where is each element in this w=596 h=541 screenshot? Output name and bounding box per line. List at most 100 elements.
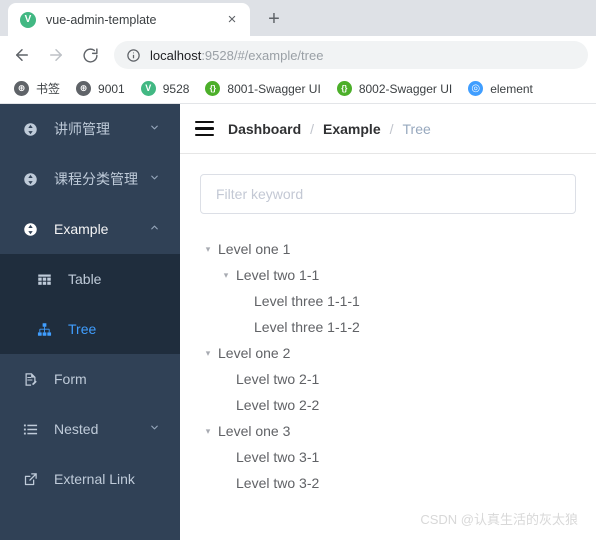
tree-node-label: Level two 3-1: [236, 449, 320, 465]
breadcrumb-separator: /: [310, 120, 315, 137]
sidebar-item-label: Nested: [54, 421, 99, 437]
bookmark-label: 9001: [98, 81, 125, 96]
tree-view: ▾ Level one 1 ▾ Level two 1-1 Level thre…: [200, 236, 576, 496]
reload-icon[interactable]: [76, 41, 104, 69]
tree-node[interactable]: Level three 1-1-2: [200, 314, 576, 340]
bookmark-item[interactable]: {} 8001-Swagger UI: [197, 77, 328, 101]
sidebar-item-label: Example: [54, 221, 109, 237]
new-tab-button[interactable]: +: [260, 5, 288, 33]
tree-node[interactable]: ▾ Level one 1: [200, 236, 576, 262]
element-icon: ◎: [468, 81, 484, 96]
table-grid-icon: [34, 272, 54, 287]
browser-window: V vue-admin-template × + localhost:9528/…: [0, 0, 596, 541]
sidebar-item-label: Form: [54, 371, 87, 387]
bookmark-item[interactable]: ⊕ 书签: [6, 77, 68, 101]
bookmark-label: 8001-Swagger UI: [227, 81, 321, 96]
sidebar-item-label: Tree: [68, 321, 97, 337]
external-link-icon: [20, 472, 40, 487]
chevron-down-icon: [149, 122, 160, 136]
bookmark-item[interactable]: ◎ element: [460, 77, 541, 101]
tree-node[interactable]: ▾ Level one 3: [200, 418, 576, 444]
sidebar-item-label: External Link: [54, 471, 135, 487]
tree-node-label: Level two 1-1: [236, 267, 320, 283]
vue-favicon-icon: V: [20, 11, 36, 28]
swagger-icon: {}: [205, 81, 221, 96]
url-host: localhost: [150, 47, 202, 63]
tree-node-label: Level two 2-1: [236, 371, 320, 387]
bookmark-item[interactable]: {} 8002-Swagger UI: [329, 77, 460, 101]
globe-icon: ⊕: [14, 81, 29, 96]
sidebar-item-label: 讲师管理: [54, 121, 110, 137]
sidebar-item-tree[interactable]: Tree: [0, 304, 180, 354]
sidebar-item-label: 课程分类管理: [54, 171, 138, 187]
browser-tab[interactable]: V vue-admin-template ×: [8, 3, 250, 36]
swap-circle-icon: [20, 122, 40, 137]
sidebar-item-nested[interactable]: Nested: [0, 404, 180, 454]
breadcrumb-item-tree: Tree: [402, 120, 431, 137]
form-document-icon: [20, 372, 40, 387]
chevron-up-icon: [149, 222, 160, 236]
bookmark-label: element: [490, 81, 533, 96]
sidebar-item-label: Table: [68, 271, 102, 287]
bookmark-label: 书签: [36, 82, 61, 96]
tree-node[interactable]: Level two 3-1: [200, 444, 576, 470]
tree-node[interactable]: Level two 2-2: [200, 392, 576, 418]
nested-list-icon: [20, 422, 40, 437]
site-info-icon[interactable]: [126, 48, 141, 63]
expand-arrow-icon[interactable]: ▾: [218, 270, 234, 280]
expand-arrow-icon[interactable]: ▾: [200, 426, 216, 436]
vue-icon: V: [140, 81, 156, 96]
tree-node[interactable]: Level three 1-1-1: [200, 288, 576, 314]
forward-icon[interactable]: [42, 41, 70, 69]
swap-circle-icon: [20, 222, 40, 237]
sidebar-item-course-category-management[interactable]: 课程分类管理: [0, 154, 180, 204]
address-bar[interactable]: localhost:9528/#/example/tree: [114, 41, 588, 69]
sidebar-item-form[interactable]: Form: [0, 354, 180, 404]
bookmark-label: 9528: [162, 81, 190, 96]
globe-icon: ⊕: [76, 81, 92, 96]
tree-node-label: Level two 3-2: [236, 475, 320, 491]
breadcrumb-item-example[interactable]: Example: [323, 121, 381, 137]
tree-node-label: Level three 1-1-1: [254, 293, 360, 309]
main-area: Dashboard / Example / Tree ▾ Level one 1…: [180, 104, 596, 540]
app-body: 讲师管理 课程分类管理 Example Table Tree Form Nest…: [0, 104, 596, 540]
top-navbar: Dashboard / Example / Tree: [180, 104, 596, 154]
sidebar-item-external-link[interactable]: External Link: [0, 454, 180, 504]
sidebar-item-example[interactable]: Example: [0, 204, 180, 254]
chevron-down-icon: [149, 422, 160, 436]
breadcrumb: Dashboard / Example / Tree: [228, 121, 431, 137]
sidebar-item-table[interactable]: Table: [0, 254, 180, 304]
back-icon[interactable]: [8, 41, 36, 69]
url-text: localhost:9528/#/example/tree: [150, 48, 323, 63]
bookmark-item[interactable]: ⊕ 9001: [68, 77, 133, 101]
tree-node-label: Level one 1: [218, 241, 291, 257]
tab-strip: V vue-admin-template × +: [0, 0, 596, 36]
tree-hierarchy-icon: [34, 322, 54, 337]
expand-arrow-icon[interactable]: ▾: [200, 348, 216, 358]
swagger-icon: {}: [336, 81, 352, 96]
hamburger-icon[interactable]: [180, 120, 228, 137]
breadcrumb-item-dashboard[interactable]: Dashboard: [228, 121, 301, 137]
browser-toolbar: localhost:9528/#/example/tree: [0, 36, 596, 74]
bookmark-label: 8002-Swagger UI: [358, 81, 453, 96]
bookmarks-bar: ⊕ 书签 ⊕ 9001 V 9528 {} 8001-Swagger UI {}…: [0, 74, 596, 104]
tree-node[interactable]: ▾ Level two 1-1: [200, 262, 576, 288]
tree-node-label: Level three 1-1-2: [254, 319, 360, 335]
tree-node[interactable]: Level two 2-1: [200, 366, 576, 392]
chevron-down-icon: [149, 172, 160, 186]
tree-node[interactable]: ▾ Level one 2: [200, 340, 576, 366]
content-area: ▾ Level one 1 ▾ Level two 1-1 Level thre…: [180, 154, 596, 540]
expand-arrow-icon[interactable]: ▾: [200, 244, 216, 254]
tree-node[interactable]: Level two 3-2: [200, 470, 576, 496]
tree-node-label: Level one 3: [218, 423, 291, 439]
tree-node-label: Level one 2: [218, 345, 291, 361]
bookmark-item[interactable]: V 9528: [133, 77, 198, 101]
url-path: :9528/#/example/tree: [201, 47, 324, 63]
filter-keyword-input[interactable]: [200, 174, 576, 214]
breadcrumb-separator: /: [389, 120, 394, 137]
sidebar: 讲师管理 课程分类管理 Example Table Tree Form Nest…: [0, 104, 180, 540]
close-icon[interactable]: ×: [222, 10, 242, 30]
sidebar-item-teacher-management[interactable]: 讲师管理: [0, 104, 180, 154]
tab-title: vue-admin-template: [46, 12, 157, 27]
tree-node-label: Level two 2-2: [236, 397, 320, 413]
